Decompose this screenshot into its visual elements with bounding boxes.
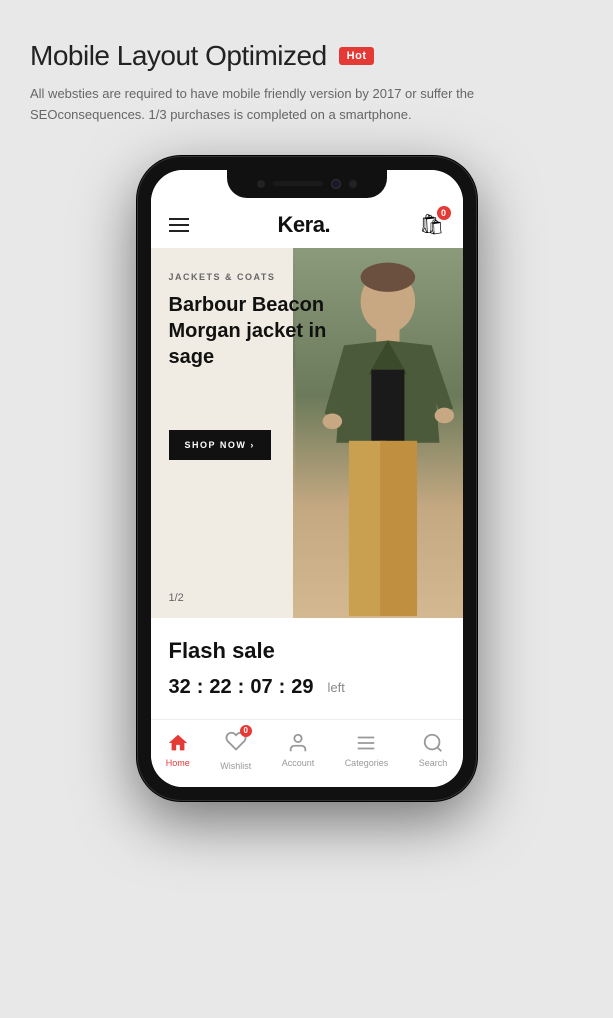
- hero-pagination: 1/2: [169, 592, 184, 604]
- countdown-ms: 29: [291, 676, 313, 699]
- hot-badge: Hot: [339, 47, 375, 65]
- nav-label-wishlist: Wishlist: [220, 761, 251, 771]
- cart-badge: 0: [437, 206, 451, 220]
- account-icon: [287, 732, 309, 754]
- notch-speaker: [273, 181, 323, 186]
- nav-item-search[interactable]: Search: [419, 732, 448, 768]
- countdown-left-label: left: [328, 680, 345, 695]
- phone-outer: Kera. 🛍 0 JACKETS & COATS Barbour Beacon…: [137, 156, 477, 801]
- nav-label-home: Home: [166, 758, 190, 768]
- countdown-minutes: 22: [209, 676, 231, 699]
- countdown-sep-1: :: [197, 676, 204, 699]
- hero-category: JACKETS & COATS: [169, 272, 445, 282]
- cart-button[interactable]: 🛍 0: [419, 212, 444, 237]
- phone-screen: Kera. 🛍 0 JACKETS & COATS Barbour Beacon…: [151, 170, 463, 787]
- phone-notch: [227, 170, 387, 198]
- app-logo: Kera.: [278, 212, 331, 238]
- hamburger-line-1: [169, 218, 189, 220]
- nav-label-account: Account: [282, 758, 315, 768]
- shop-now-button[interactable]: SHOP NOW ›: [169, 430, 271, 460]
- bottom-nav: Home 0 Wishlist: [151, 719, 463, 787]
- wishlist-badge: 0: [240, 725, 252, 737]
- nav-label-categories: Categories: [345, 758, 389, 768]
- hero-content: JACKETS & COATS Barbour Beacon Morgan ja…: [169, 272, 445, 460]
- countdown-hours: 32: [169, 676, 191, 699]
- wishlist-icon-wrap: 0: [225, 730, 247, 757]
- flash-sale-title: Flash sale: [169, 638, 445, 664]
- nav-item-categories[interactable]: Categories: [345, 732, 389, 768]
- hamburger-line-3: [169, 230, 189, 232]
- title-row: Mobile Layout Optimized Hot: [30, 40, 583, 72]
- hamburger-menu[interactable]: [169, 218, 189, 232]
- countdown-sep-3: :: [279, 676, 286, 699]
- countdown-seconds: 07: [250, 676, 272, 699]
- page-title: Mobile Layout Optimized: [30, 40, 327, 72]
- phone-mockup: Kera. 🛍 0 JACKETS & COATS Barbour Beacon…: [137, 156, 477, 801]
- hamburger-line-2: [169, 224, 189, 226]
- notch-dot-2: [349, 180, 357, 188]
- notch-dot: [257, 180, 265, 188]
- countdown-row: 32 : 22 : 07 : 29 left: [169, 676, 445, 699]
- notch-camera: [331, 179, 341, 189]
- countdown-sep-2: :: [238, 676, 245, 699]
- nav-label-search: Search: [419, 758, 448, 768]
- search-icon: [422, 732, 444, 754]
- flash-sale-section: Flash sale 32 : 22 : 07 : 29 left: [151, 618, 463, 719]
- hero-title: Barbour Beacon Morgan jacket in sage: [169, 292, 339, 370]
- header-section: Mobile Layout Optimized Hot All websties…: [30, 40, 583, 126]
- hero-section: JACKETS & COATS Barbour Beacon Morgan ja…: [151, 248, 463, 618]
- nav-item-wishlist[interactable]: 0 Wishlist: [220, 730, 251, 771]
- categories-icon: [355, 732, 377, 754]
- page-subtitle: All websties are required to have mobile…: [30, 84, 510, 126]
- home-icon: [167, 732, 189, 754]
- nav-item-home[interactable]: Home: [166, 732, 190, 768]
- nav-item-account[interactable]: Account: [282, 732, 315, 768]
